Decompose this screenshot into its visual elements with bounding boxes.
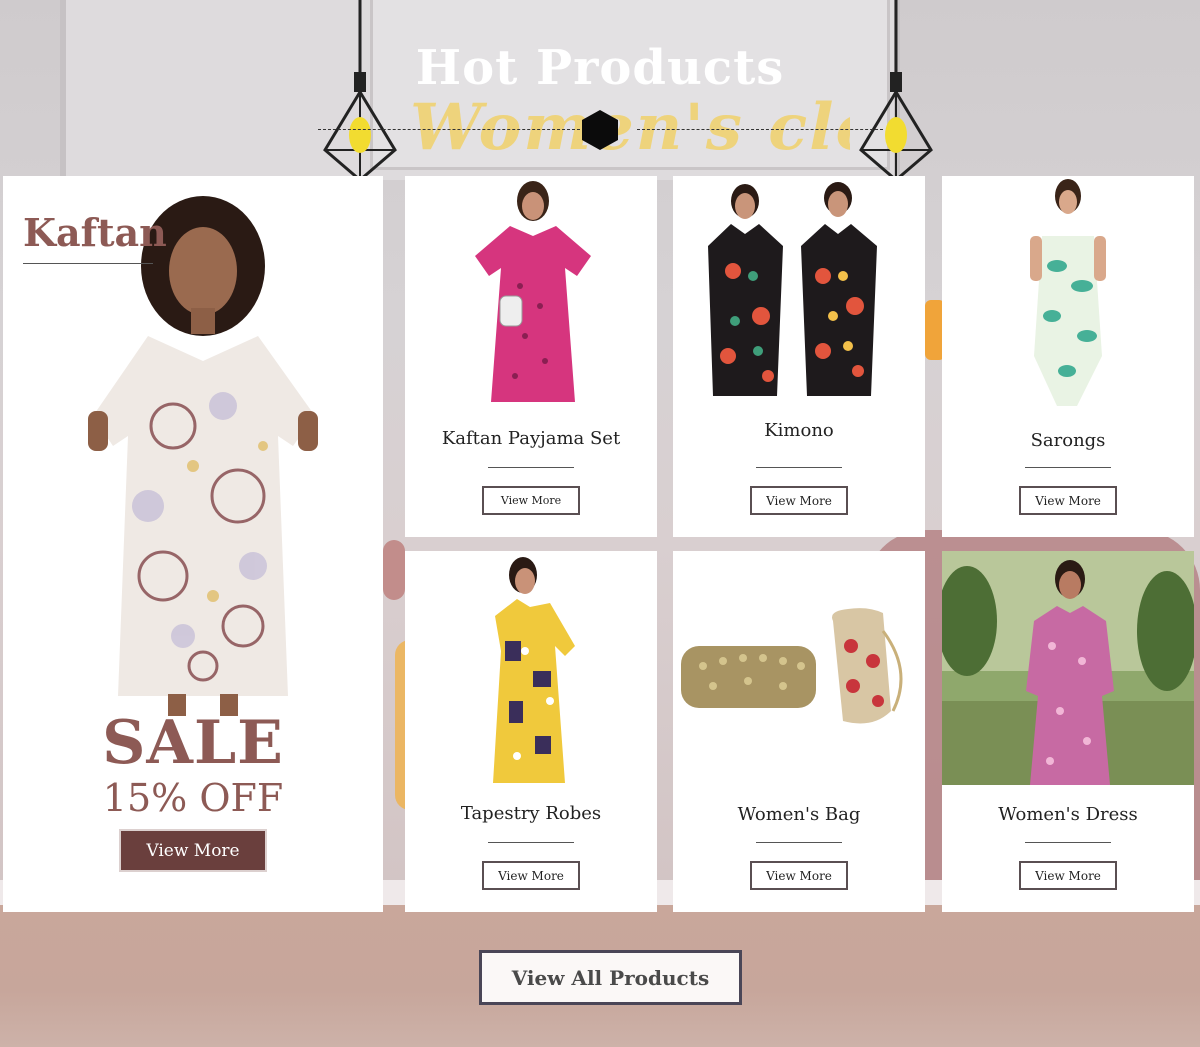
feature-title: Kaftan: [23, 210, 167, 255]
product-name: Kaftan Payjama Set: [441, 428, 621, 449]
kaftan-payjama-set-image: [405, 176, 657, 410]
discount-label: 15% OFF: [102, 776, 284, 820]
view-more-button[interactable]: View More: [750, 861, 848, 890]
background-script-decoration: Women's clothing: [410, 90, 850, 165]
feature-title-underline: [23, 263, 153, 264]
product-rule: [1025, 467, 1111, 468]
product-name: Kimono: [764, 420, 834, 441]
kimono-image: [673, 176, 925, 410]
product-rule: [488, 467, 574, 468]
product-card-kaftan-payjama-set[interactable]: Kaftan Payjama Set View More: [405, 176, 657, 537]
product-card-tapestry-robes[interactable]: Tapestry Robes View More: [405, 551, 657, 912]
product-card-sarongs[interactable]: Sarongs View More: [942, 176, 1194, 537]
product-rule: [488, 842, 574, 843]
product-rule: [1025, 842, 1111, 843]
product-name: Sarongs: [1030, 430, 1106, 451]
product-rule: [756, 467, 842, 468]
product-rule: [756, 842, 842, 843]
product-name: Women's Dress: [998, 804, 1138, 825]
product-card-womens-bag[interactable]: Women's Bag View More: [673, 551, 925, 912]
view-more-button[interactable]: View More: [1019, 486, 1117, 515]
view-more-button[interactable]: View More: [750, 486, 848, 515]
view-more-button[interactable]: View More: [1019, 861, 1117, 890]
product-name: Tapestry Robes: [460, 803, 602, 824]
hexagon-icon: [582, 110, 618, 150]
view-all-products-button[interactable]: View All Products: [479, 950, 742, 1005]
sarongs-image: [942, 176, 1194, 410]
product-name: Women's Bag: [737, 804, 861, 825]
feature-card-kaftan[interactable]: Kaftan SALE 15% OFF View More: [3, 176, 383, 912]
kaftan-model-image: [88, 196, 318, 716]
product-card-kimono[interactable]: Kimono View More: [673, 176, 925, 537]
product-card-womens-dress[interactable]: Women's Dress View More: [942, 551, 1194, 912]
tapestry-robes-image: [405, 551, 657, 785]
womens-dress-image: [942, 551, 1194, 785]
background-decoration: [383, 540, 405, 600]
title-divider-left: [318, 129, 580, 130]
title-divider-right: [637, 129, 883, 130]
view-more-button[interactable]: View More: [482, 486, 580, 515]
sale-label: SALE: [102, 708, 284, 778]
feature-view-more-button[interactable]: View More: [119, 829, 267, 872]
womens-bag-image: [673, 551, 925, 785]
view-more-button[interactable]: View More: [482, 861, 580, 890]
section-title: Hot Products: [415, 40, 785, 96]
